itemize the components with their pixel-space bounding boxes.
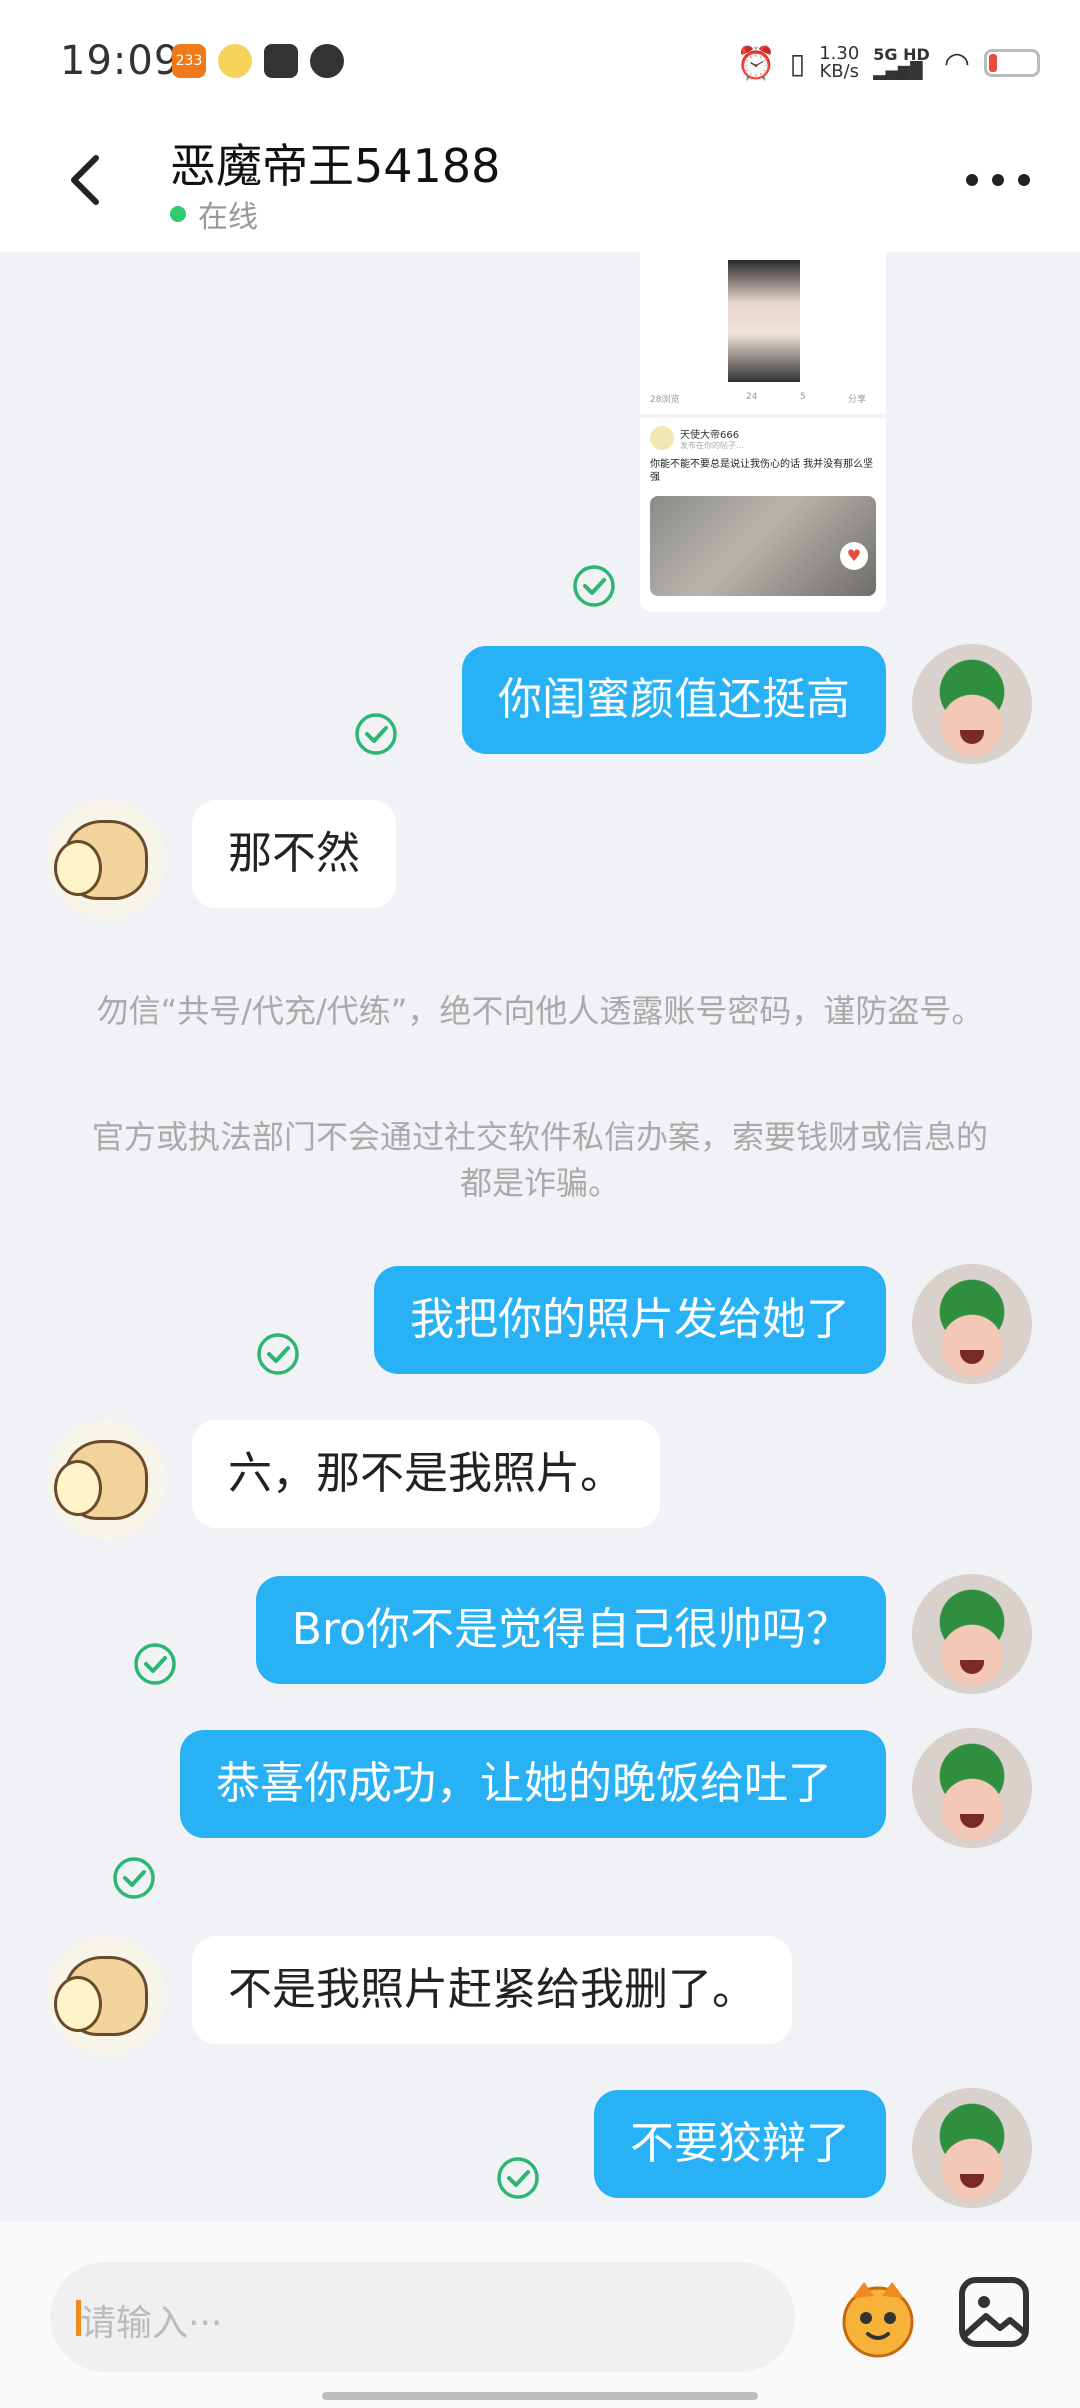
battery-icon	[984, 49, 1040, 77]
read-check-icon	[497, 2157, 539, 2199]
security-notice: 勿信“共号/代充/代练”，绝不向他人透露账号密码，谨防盗号。	[96, 992, 984, 1030]
message-bubble-incoming[interactable]: 那不然	[192, 800, 396, 908]
more-options-button[interactable]	[966, 168, 1030, 192]
vibrate-icon: ▯	[789, 46, 806, 80]
message-bubble-outgoing[interactable]: 我把你的照片发给她了	[374, 1266, 886, 1374]
card-divider	[640, 414, 886, 418]
back-icon[interactable]	[58, 150, 118, 210]
security-notice: 官方或执法部门不会通过社交软件私信办案，索要钱财或信息的都是诈骗。	[91, 1118, 988, 1202]
contact-name: 恶魔帝王54188	[170, 139, 501, 193]
read-check-icon	[355, 713, 397, 755]
likes-count: 24	[746, 392, 758, 402]
contact-avatar[interactable]	[46, 800, 166, 920]
message-list[interactable]: 28浏览 24 5 分享 天使大帝666 发布在你的帖子… 你能不能不要总是说让…	[0, 252, 1080, 2222]
contact-avatar[interactable]	[46, 1936, 166, 2056]
my-avatar[interactable]	[912, 2088, 1032, 2208]
online-status: 在线	[170, 192, 258, 236]
alarm-icon: ⏰	[735, 44, 776, 82]
online-status-label: 在线	[198, 200, 258, 235]
heart-icon: ♥	[840, 542, 868, 570]
bag-icon	[264, 44, 298, 78]
home-indicator[interactable]	[322, 2392, 758, 2400]
post-photo-hand	[650, 496, 876, 596]
my-avatar[interactable]	[912, 1728, 1032, 1848]
message-bubble-outgoing[interactable]: Bro你不是觉得自己很帅吗？	[255, 1576, 886, 1684]
read-check-icon	[257, 1333, 299, 1375]
network-speed-unit: KB/s	[819, 61, 860, 82]
message-input-placeholder: 请输入···	[80, 2303, 223, 2344]
wifi-icon: ◠	[943, 45, 970, 81]
contact-avatar[interactable]	[46, 1420, 166, 1540]
my-avatar[interactable]	[912, 1574, 1032, 1694]
poster-desc: 发布在你的帖子…	[680, 441, 744, 450]
read-check-icon	[573, 565, 615, 607]
share-label: 分享	[848, 395, 867, 405]
weibo-icon	[218, 44, 252, 78]
message-bubble-incoming[interactable]: 不是我照片赶紧给我删了。	[192, 1936, 792, 2044]
online-dot-icon	[170, 206, 186, 222]
poster-avatar	[650, 426, 674, 450]
more-dot-icon	[1018, 174, 1030, 186]
app-badge-count: 233	[175, 53, 203, 69]
status-bar: 19:09 233 ⏰ ▯ 1.30 KB/s 5G HD ▂▄▆█ ◠	[0, 0, 1080, 120]
more-dot-icon	[966, 174, 978, 186]
signal-icon: ▂▄▆█	[873, 61, 923, 80]
emoji-button-icon[interactable]	[830, 2270, 926, 2366]
message-bubble-outgoing[interactable]: 你闺蜜颜值还挺高	[462, 646, 886, 754]
image-message[interactable]: 28浏览 24 5 分享 天使大帝666 发布在你的帖子… 你能不能不要总是说让…	[640, 252, 886, 612]
read-check-icon	[134, 1643, 176, 1685]
poster-name: 天使大帝666	[680, 430, 740, 441]
status-right-group: ⏰ ▯ 1.30 KB/s 5G HD ▂▄▆█ ◠	[736, 38, 1040, 88]
post-text: 你能不能不要总是说让我伤心的话 我并没有那么坚强	[650, 459, 874, 483]
app-badge-icon: 233	[172, 44, 206, 78]
my-avatar[interactable]	[912, 644, 1032, 764]
post-photo	[728, 260, 800, 382]
network-speed: 1.30 KB/s	[819, 45, 859, 81]
more-dot-icon	[992, 174, 1004, 186]
read-check-icon	[113, 1857, 155, 1899]
my-avatar[interactable]	[912, 1264, 1032, 1384]
network-type: 5G HD ▂▄▆█	[873, 47, 930, 79]
status-time: 19:09	[60, 38, 181, 84]
input-bar: 请输入···	[0, 2222, 1080, 2408]
message-bubble-outgoing[interactable]: 恭喜你成功，让她的晚饭给吐了	[180, 1730, 886, 1838]
post-stats: 28浏览 24 5 分享	[650, 392, 876, 412]
chat-header: 恶魔帝王54188 在线	[0, 120, 1080, 252]
image-picker-icon[interactable]	[956, 2274, 1032, 2350]
comments-count: 5	[800, 392, 806, 402]
message-bubble-outgoing[interactable]: 不要狡辩了	[594, 2090, 886, 2198]
message-bubble-incoming[interactable]: 六，那不是我照片。	[192, 1420, 660, 1528]
chat-icon	[310, 44, 344, 78]
views-count: 28浏览	[650, 395, 680, 405]
